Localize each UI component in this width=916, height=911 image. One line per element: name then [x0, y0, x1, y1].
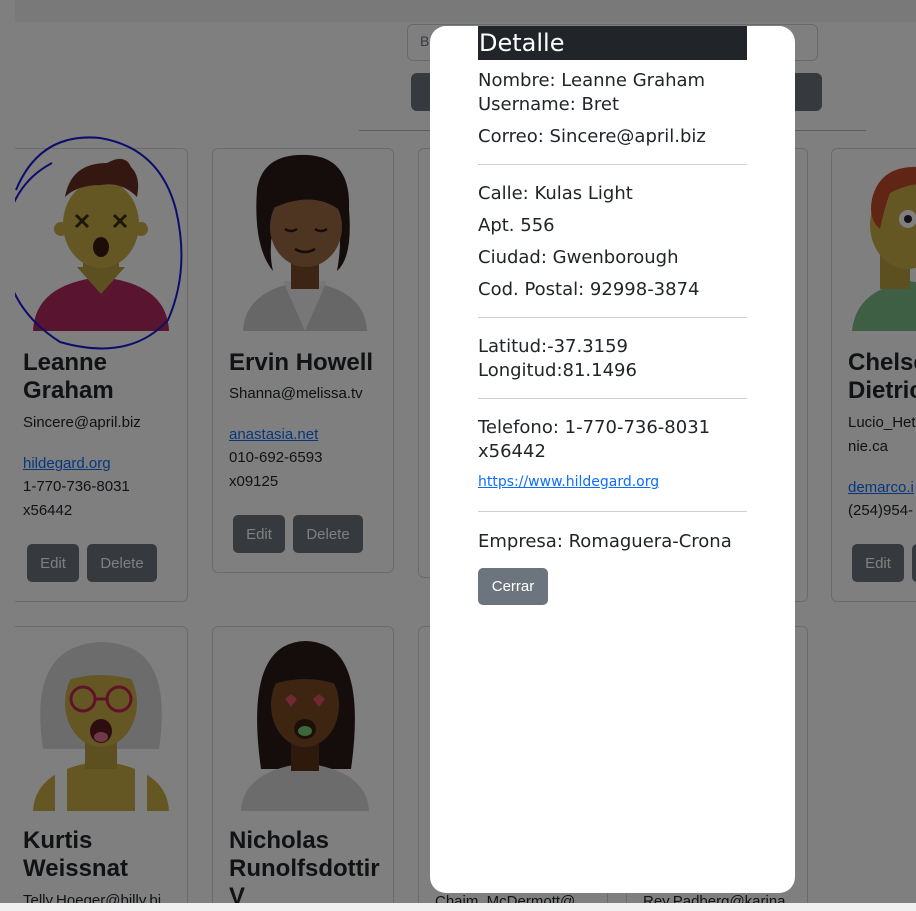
detail-empresa: Empresa: Romaguera-Crona [478, 531, 732, 552]
detail-modal: Detalle Nombre: Leanne Graham Username: … [430, 26, 795, 893]
detail-username: Username: Bret [478, 94, 620, 115]
modal-title: Detalle [478, 26, 747, 60]
detail-ciudad: Ciudad: Gwenborough [478, 247, 679, 268]
detail-correo: Correo: Sincere@april.biz [478, 126, 706, 147]
divider [478, 164, 747, 165]
divider [478, 398, 747, 399]
detail-website-link[interactable]: https://www.hildegard.org [478, 474, 659, 490]
close-button[interactable]: Cerrar [478, 568, 548, 605]
detail-longitud: Longitud:81.1496 [478, 360, 637, 381]
divider [478, 511, 747, 512]
detail-calle: Calle: Kulas Light [478, 183, 633, 204]
divider [478, 317, 747, 318]
detail-telefono: Telefono: 1-770-736-8031 [478, 417, 711, 438]
detail-telefono-ext: x56442 [478, 441, 546, 462]
detail-apt: Apt. 556 [478, 215, 555, 236]
detail-nombre: Nombre: Leanne Graham [478, 70, 706, 91]
detail-latitud: Latitud:-37.3159 [478, 336, 629, 357]
bottom-edge [0, 903, 916, 911]
detail-postal: Cod. Postal: 92998-3874 [478, 279, 700, 300]
